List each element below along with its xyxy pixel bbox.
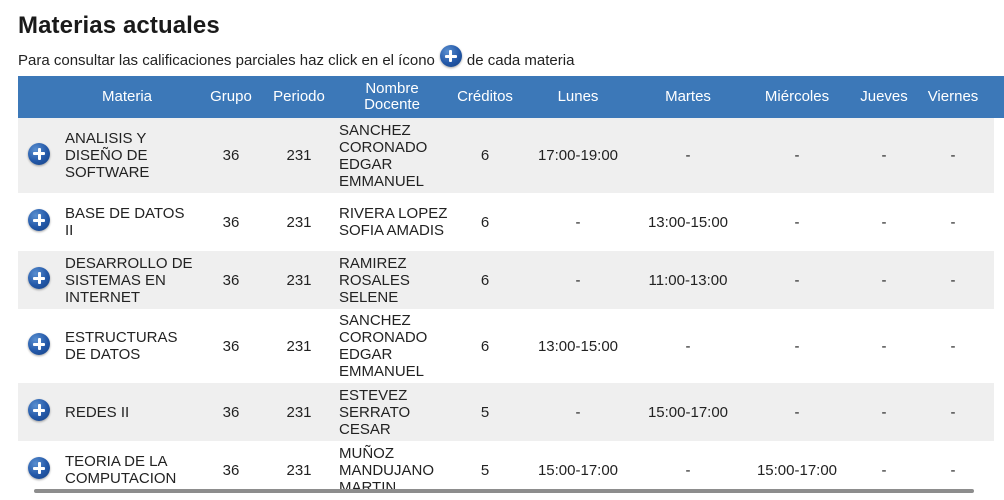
cell-grupo: 36 bbox=[196, 251, 266, 309]
cell-overflow bbox=[994, 309, 1004, 383]
cell-docente: RIVERA LOPEZ SOFIA AMADIS bbox=[332, 193, 452, 251]
cell-materia: DESARROLLO DE SISTEMAS EN INTERNET bbox=[58, 251, 196, 309]
cell-materia: ESTRUCTURAS DE DATOS bbox=[58, 309, 196, 383]
subjects-table: Materia Grupo Periodo Nombre Docente Cré… bbox=[18, 76, 1004, 499]
cell-materia: REDES II bbox=[58, 383, 196, 441]
cell-docente: RAMIREZ ROSALES SELENE bbox=[332, 251, 452, 309]
row-action-cell bbox=[18, 309, 58, 383]
cell-overflow bbox=[994, 118, 1004, 193]
cell-overflow bbox=[994, 193, 1004, 251]
cell-overflow bbox=[994, 441, 1004, 499]
header-overflow bbox=[994, 76, 1004, 118]
cell-martes: - bbox=[638, 309, 738, 383]
page-instructions: Para consultar las calificaciones parcia… bbox=[18, 45, 575, 71]
header-lunes[interactable]: Lunes bbox=[518, 76, 638, 118]
header-viernes[interactable]: Viernes bbox=[912, 76, 994, 118]
cell-viernes: - bbox=[912, 251, 994, 309]
cell-creditos: 6 bbox=[452, 309, 518, 383]
cell-miercoles: - bbox=[738, 309, 856, 383]
header-action bbox=[18, 76, 58, 118]
cell-docente: SANCHEZ CORONADO EDGAR EMMANUEL bbox=[332, 309, 452, 383]
cell-periodo: 231 bbox=[266, 309, 332, 383]
table-row: ESTRUCTURAS DE DATOS 36 231 SANCHEZ CORO… bbox=[18, 309, 1004, 383]
cell-jueves: - bbox=[856, 193, 912, 251]
table-row: ANALISIS Y DISEÑO DE SOFTWARE 36 231 SAN… bbox=[18, 118, 1004, 193]
cell-miercoles: - bbox=[738, 251, 856, 309]
cell-miercoles: - bbox=[738, 383, 856, 441]
instructions-text-before: Para consultar las calificaciones parcia… bbox=[18, 51, 435, 69]
cell-miercoles: - bbox=[738, 118, 856, 193]
cell-lunes: - bbox=[518, 383, 638, 441]
table-row: REDES II 36 231 ESTEVEZ SERRATO CESAR 5 … bbox=[18, 383, 1004, 441]
plus-circle-icon[interactable] bbox=[28, 457, 50, 479]
header-jueves[interactable]: Jueves bbox=[856, 76, 912, 118]
cell-viernes: - bbox=[912, 118, 994, 193]
plus-circle-icon[interactable] bbox=[28, 209, 50, 231]
cell-materia: BASE DE DATOS II bbox=[58, 193, 196, 251]
plus-circle-icon bbox=[439, 45, 462, 67]
cell-martes: 11:00-13:00 bbox=[638, 251, 738, 309]
instructions-text-after: de cada materia bbox=[466, 51, 575, 69]
cell-lunes: 17:00-19:00 bbox=[518, 118, 638, 193]
cell-lunes: - bbox=[518, 193, 638, 251]
cell-martes: 15:00-17:00 bbox=[638, 383, 738, 441]
cell-overflow bbox=[994, 383, 1004, 441]
cell-periodo: 231 bbox=[266, 383, 332, 441]
cell-docente: SANCHEZ CORONADO EDGAR EMMANUEL bbox=[332, 118, 452, 193]
cell-jueves: - bbox=[856, 383, 912, 441]
cell-periodo: 231 bbox=[266, 118, 332, 193]
cell-jueves: - bbox=[856, 251, 912, 309]
header-periodo[interactable]: Periodo bbox=[266, 76, 332, 118]
plus-circle-icon[interactable] bbox=[28, 399, 50, 421]
table-row: BASE DE DATOS II 36 231 RIVERA LOPEZ SOF… bbox=[18, 193, 1004, 251]
header-grupo[interactable]: Grupo bbox=[196, 76, 266, 118]
header-creditos[interactable]: Créditos bbox=[452, 76, 518, 118]
horizontal-scrollbar[interactable] bbox=[34, 489, 974, 493]
cell-miercoles: - bbox=[738, 193, 856, 251]
row-action-cell bbox=[18, 251, 58, 309]
cell-materia: ANALISIS Y DISEÑO DE SOFTWARE bbox=[58, 118, 196, 193]
plus-circle-icon[interactable] bbox=[28, 333, 50, 355]
cell-viernes: - bbox=[912, 383, 994, 441]
cell-docente: ESTEVEZ SERRATO CESAR bbox=[332, 383, 452, 441]
plus-circle-icon[interactable] bbox=[28, 267, 50, 289]
cell-creditos: 5 bbox=[452, 383, 518, 441]
header-miercoles[interactable]: Miércoles bbox=[738, 76, 856, 118]
cell-grupo: 36 bbox=[196, 383, 266, 441]
cell-grupo: 36 bbox=[196, 118, 266, 193]
cell-lunes: - bbox=[518, 251, 638, 309]
cell-periodo: 231 bbox=[266, 193, 332, 251]
header-docente-label: Nombre Docente bbox=[364, 80, 420, 113]
subjects-table-container: Materia Grupo Periodo Nombre Docente Cré… bbox=[18, 76, 1004, 500]
plus-circle-icon[interactable] bbox=[28, 142, 50, 165]
page-title: Materias actuales bbox=[18, 12, 220, 39]
cell-creditos: 6 bbox=[452, 251, 518, 309]
cell-periodo: 231 bbox=[266, 251, 332, 309]
cell-grupo: 36 bbox=[196, 309, 266, 383]
header-materia[interactable]: Materia bbox=[58, 76, 196, 118]
table-row: DESARROLLO DE SISTEMAS EN INTERNET 36 23… bbox=[18, 251, 1004, 309]
cell-viernes: - bbox=[912, 193, 994, 251]
table-header-row: Materia Grupo Periodo Nombre Docente Cré… bbox=[18, 76, 1004, 118]
cell-martes: 13:00-15:00 bbox=[638, 193, 738, 251]
cell-jueves: - bbox=[856, 118, 912, 193]
cell-martes: - bbox=[638, 118, 738, 193]
cell-viernes: - bbox=[912, 309, 994, 383]
header-docente[interactable]: Nombre Docente bbox=[332, 76, 452, 118]
row-action-cell bbox=[18, 193, 58, 251]
cell-overflow bbox=[994, 251, 1004, 309]
cell-grupo: 36 bbox=[196, 193, 266, 251]
header-martes[interactable]: Martes bbox=[638, 76, 738, 118]
row-action-cell bbox=[18, 118, 58, 193]
cell-creditos: 6 bbox=[452, 193, 518, 251]
cell-creditos: 6 bbox=[452, 118, 518, 193]
row-action-cell bbox=[18, 383, 58, 441]
cell-lunes: 13:00-15:00 bbox=[518, 309, 638, 383]
cell-jueves: - bbox=[856, 309, 912, 383]
